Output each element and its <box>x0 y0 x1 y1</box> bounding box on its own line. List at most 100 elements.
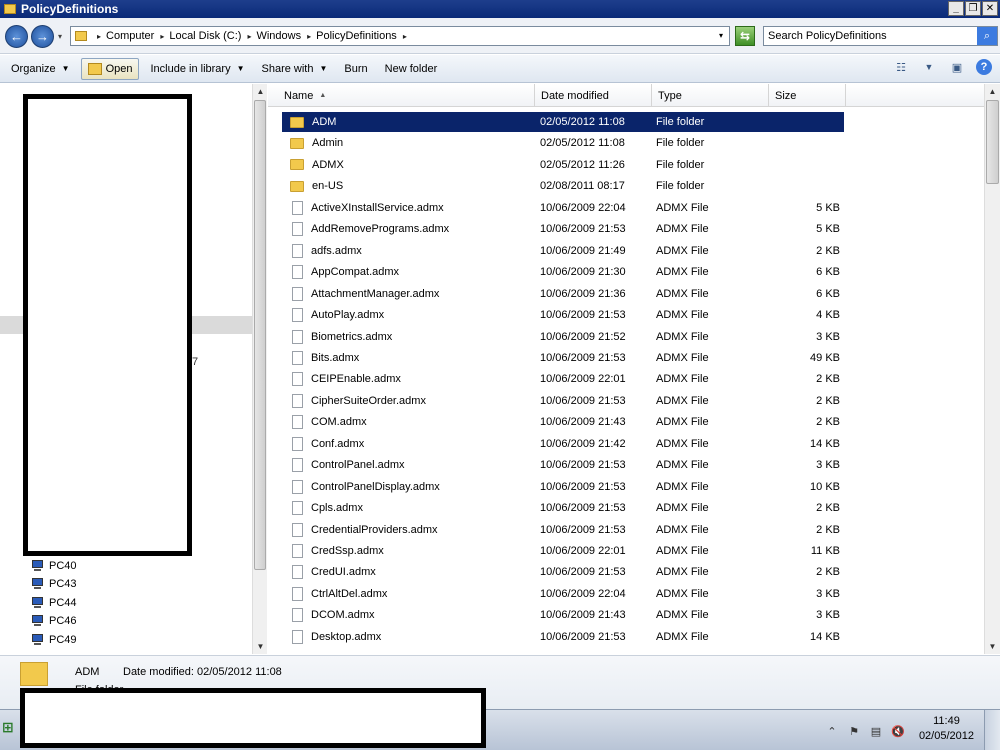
table-row[interactable]: DCOM.admx 10/06/2009 21:43 ADMX File 3 KB <box>282 605 844 625</box>
file-size: 49 KB <box>810 351 840 364</box>
file-name-cell: CEIPEnable.admx <box>290 369 401 389</box>
action-center-flag-icon[interactable]: ⚑ <box>846 723 862 739</box>
open-label: Open <box>105 62 133 75</box>
file-type: ADMX File <box>656 394 709 407</box>
file-icon <box>292 479 303 494</box>
table-row[interactable]: ControlPanelDisplay.admx 10/06/2009 21:53… <box>282 477 844 497</box>
organize-button[interactable]: Organize ▼ <box>5 58 76 80</box>
include-in-library-button[interactable]: Include in library ▼ <box>144 58 250 80</box>
chevron-right-icon[interactable]: ▸ <box>403 32 407 41</box>
scroll-down-icon[interactable]: ▼ <box>985 639 1000 654</box>
table-row[interactable]: ADM 02/05/2012 11:08 File folder <box>282 112 844 132</box>
volume-muted-icon[interactable]: 🔇 <box>890 723 906 739</box>
table-row[interactable]: ActiveXInstallService.admx 10/06/2009 22:… <box>282 198 844 218</box>
nav-item-pc44[interactable]: PC44 <box>30 595 77 611</box>
column-name-label: Name <box>284 89 314 102</box>
breadcrumb-windows[interactable]: Windows <box>256 30 301 42</box>
file-icon <box>292 372 303 387</box>
table-row[interactable]: Bits.admx 10/06/2009 21:53 ADMX File 49 KB <box>282 348 844 368</box>
chevron-right-icon[interactable]: ▸ <box>307 32 311 41</box>
file-date: 10/06/2009 21:49 <box>540 244 626 257</box>
address-history-dropdown[interactable]: ▾ <box>719 31 723 40</box>
table-row[interactable]: AppCompat.admx 10/06/2009 21:30 ADMX File 6… <box>282 262 844 282</box>
help-icon[interactable]: ? <box>976 59 992 75</box>
preview-pane-icon[interactable]: ▣ <box>948 59 966 75</box>
column-type-label: Type <box>658 89 682 102</box>
nav-scrollbar[interactable]: ▲ ▼ <box>252 84 267 654</box>
file-date: 10/06/2009 22:04 <box>540 587 626 600</box>
recent-pages-dropdown[interactable]: ▾ <box>58 32 62 41</box>
burn-button[interactable]: Burn <box>338 58 373 80</box>
table-row[interactable]: Conf.admx 10/06/2009 21:42 ADMX File 14 KB <box>282 434 844 454</box>
view-dropdown-icon[interactable]: ▼ <box>920 59 938 75</box>
breadcrumb-policydefinitions[interactable]: PolicyDefinitions <box>316 30 397 42</box>
file-icon <box>292 522 303 537</box>
clock-time: 11:49 <box>933 715 960 727</box>
new-folder-button[interactable]: New folder <box>379 58 444 80</box>
open-button[interactable]: Open <box>80 57 140 80</box>
chevron-right-icon[interactable]: ▸ <box>247 32 251 41</box>
scroll-down-icon[interactable]: ▼ <box>253 639 268 654</box>
scroll-up-icon[interactable]: ▲ <box>985 84 1000 99</box>
file-name: CtrlAltDel.admx <box>311 587 388 600</box>
column-size[interactable]: Size <box>769 84 846 107</box>
file-scrollbar[interactable]: ▲ ▼ <box>984 84 1000 654</box>
table-row[interactable]: CEIPEnable.admx 10/06/2009 22:01 ADMX File… <box>282 369 844 389</box>
table-row[interactable]: CredUI.admx 10/06/2009 21:53 ADMX File 2 KB <box>282 562 844 582</box>
table-row[interactable]: Desktop.admx 10/06/2009 21:53 ADMX File 14 … <box>282 627 844 647</box>
column-date-modified[interactable]: Date modified <box>535 84 652 107</box>
table-row[interactable]: CredentialProviders.admx 10/06/2009 21:53… <box>282 520 844 540</box>
maximize-button[interactable]: ❐ <box>965 1 981 16</box>
file-name: Bits.admx <box>311 351 360 364</box>
file-scroll-thumb[interactable] <box>986 100 999 184</box>
file-type: ADMX File <box>656 223 709 236</box>
table-row[interactable]: CipherSuiteOrder.admx 10/06/2009 21:53 ADM… <box>282 391 844 411</box>
table-row[interactable]: ControlPanel.admx 10/06/2009 21:53 ADMX Fi… <box>282 455 844 475</box>
table-row[interactable]: CtrlAltDel.admx 10/06/2009 22:04 ADMX File… <box>282 584 844 604</box>
refresh-button[interactable]: ⇆ <box>735 26 755 46</box>
close-button[interactable]: ✕ <box>982 1 998 16</box>
search-icon[interactable]: ⌕ <box>977 27 997 45</box>
table-row[interactable]: ADMX 02/05/2012 11:26 File folder <box>282 155 844 175</box>
show-desktop-button[interactable] <box>984 710 1000 750</box>
file-name: CredentialProviders.admx <box>311 523 438 536</box>
table-row[interactable]: en-US 02/08/2011 08:17 File folder <box>282 176 844 196</box>
nav-item-pc43[interactable]: PC43 <box>30 576 77 592</box>
show-hidden-icons-icon[interactable]: ⌃ <box>824 723 840 739</box>
table-row[interactable]: AutoPlay.admx 10/06/2009 21:53 ADMX File 4 … <box>282 305 844 325</box>
table-row[interactable]: adfs.admx 10/06/2009 21:49 ADMX File 2 KB <box>282 241 844 261</box>
column-type[interactable]: Type <box>652 84 769 107</box>
table-row[interactable]: AddRemovePrograms.admx 10/06/2009 21:53 AD… <box>282 219 844 239</box>
file-date: 10/06/2009 22:01 <box>540 373 626 386</box>
network-icon[interactable]: ▤ <box>868 723 884 739</box>
table-row[interactable]: COM.admx 10/06/2009 21:43 ADMX File 2 KB <box>282 412 844 432</box>
nav-scroll-thumb[interactable] <box>254 100 266 570</box>
file-type: ADMX File <box>656 545 709 557</box>
file-type: ADMX File <box>656 244 709 257</box>
table-row[interactable]: AttachmentManager.admx 10/06/2009 21:36 AD… <box>282 284 844 304</box>
nav-item-pc49[interactable]: PC49 <box>30 632 77 648</box>
view-options-icon[interactable]: ☷ <box>892 59 910 75</box>
address-box[interactable]: ▸ Computer ▸ Local Disk (C:) ▸ Windows ▸… <box>70 26 730 46</box>
nav-item-pc40[interactable]: PC40 <box>30 558 77 574</box>
share-with-button[interactable]: Share with ▼ <box>256 58 334 80</box>
table-row[interactable]: CredSsp.admx 10/06/2009 22:01 ADMX File 11 … <box>282 541 844 561</box>
table-row[interactable]: Biometrics.admx 10/06/2009 21:52 ADMX File… <box>282 327 844 347</box>
clock[interactable]: 11:49 02/05/2012 <box>919 714 974 744</box>
table-row[interactable]: Admin 02/05/2012 11:08 File folder <box>282 133 844 153</box>
folder-icon <box>290 137 304 149</box>
table-row[interactable]: Cpls.admx 10/06/2009 21:53 ADMX File 2 KB <box>282 498 844 518</box>
column-name[interactable]: Name ▲ <box>278 84 535 107</box>
scroll-up-icon[interactable]: ▲ <box>253 84 268 99</box>
start-button[interactable]: ⊞ <box>2 719 22 741</box>
search-input[interactable] <box>764 27 974 45</box>
nav-item-pc46[interactable]: PC46 <box>30 613 77 629</box>
breadcrumb-computer[interactable]: Computer <box>106 30 154 42</box>
breadcrumb-local-disk[interactable]: Local Disk (C:) <box>169 30 241 42</box>
file-name: CredUI.admx <box>311 566 376 579</box>
minimize-button[interactable]: _ <box>948 1 964 16</box>
file-name: ADMX <box>312 158 344 171</box>
chevron-right-icon[interactable]: ▸ <box>160 32 164 41</box>
forward-button[interactable]: → <box>31 25 54 48</box>
back-button[interactable]: ← <box>5 25 28 48</box>
